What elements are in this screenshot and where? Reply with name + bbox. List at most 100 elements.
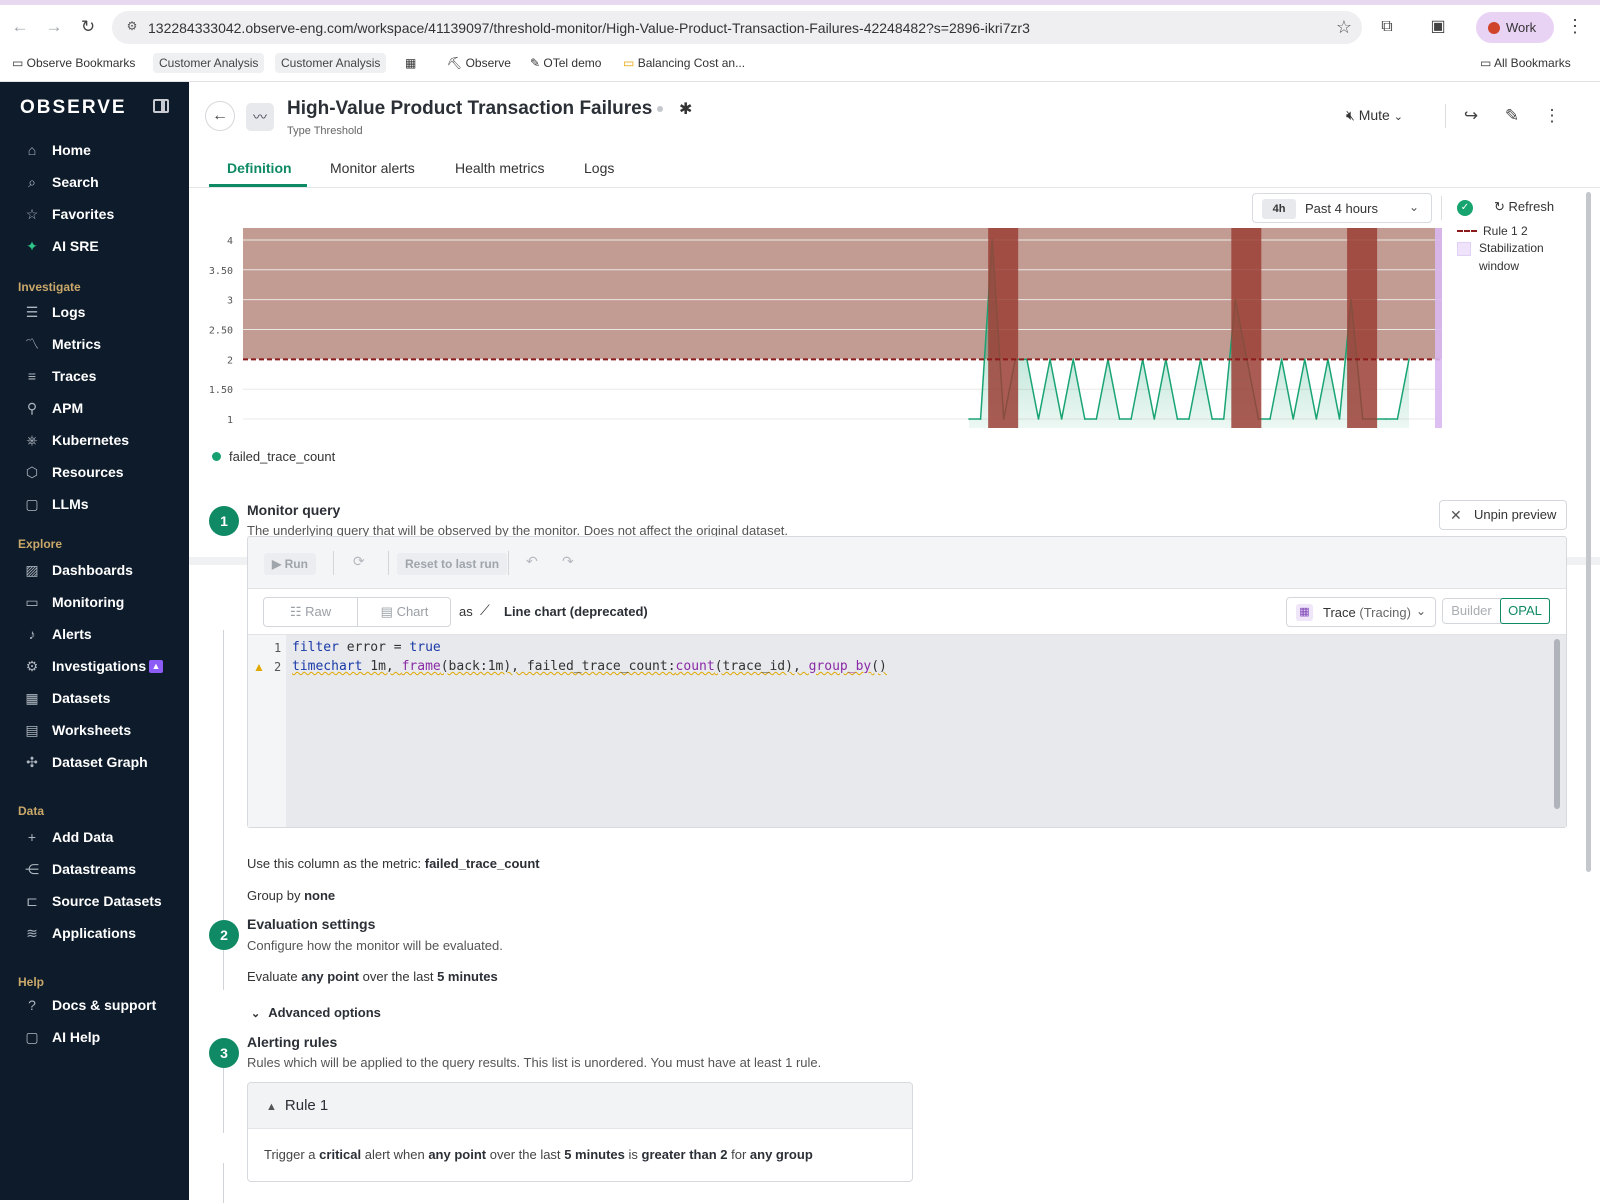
dashed-line-swatch bbox=[1457, 230, 1477, 232]
step-connector bbox=[223, 1163, 224, 1203]
bookmark-folder[interactable]: ▭ Observe Bookmarks bbox=[12, 53, 135, 73]
mute-button[interactable]: 🔇︎ Mute ⌄ bbox=[1346, 107, 1403, 124]
sidebar-item-kubernetes[interactable]: ⎈ Kubernetes bbox=[0, 426, 189, 454]
undo-icon[interactable]: ↶ bbox=[526, 553, 538, 570]
sidebar-item-resources[interactable]: ⬡ Resources bbox=[0, 458, 189, 486]
code-scrollbar[interactable] bbox=[1554, 639, 1560, 809]
sidebar-item-alerts[interactable]: ♪ Alerts bbox=[0, 620, 189, 648]
sidebar-toggle-icon[interactable] bbox=[153, 99, 169, 113]
sidebar-item-docs[interactable]: ? Docs & support bbox=[0, 991, 189, 1019]
back-button[interactable]: ← bbox=[205, 101, 235, 131]
unpin-preview-button[interactable]: ✕ Unpin preview bbox=[1439, 500, 1567, 530]
dataset-selector[interactable]: ▦ Trace (Tracing) ⌄ bbox=[1286, 597, 1436, 627]
sidebar-item-datasets[interactable]: ▦ Datasets bbox=[0, 684, 189, 712]
rule-group[interactable]: any group bbox=[750, 1147, 813, 1162]
tab-monitor-alerts[interactable]: Monitor alerts bbox=[330, 160, 415, 176]
tab-health-metrics[interactable]: Health metrics bbox=[455, 160, 544, 176]
profile-button[interactable]: Work bbox=[1476, 12, 1554, 43]
bookmark-item[interactable]: Customer Analysis bbox=[275, 53, 387, 73]
query-editor: ▶ Run ⟳ Reset to last run ↶ ↷ ☷ Raw ▤ Ch… bbox=[247, 536, 1567, 828]
group-value[interactable]: none bbox=[304, 888, 335, 903]
bookmark-star-icon[interactable]: ☆ bbox=[1336, 17, 1352, 38]
step-number: 3 bbox=[209, 1038, 239, 1068]
chart-button[interactable]: ▤ Chart bbox=[358, 598, 451, 626]
sidebar-item-investigations[interactable]: ⚙ Investigations ▲ bbox=[0, 652, 189, 680]
sidebar-item-source-datasets[interactable]: ⊏ Source Datasets bbox=[0, 887, 189, 915]
tab-search-icon[interactable]: ▣ bbox=[1427, 16, 1449, 38]
opal-button[interactable]: OPAL bbox=[1500, 598, 1550, 624]
reload-icon[interactable]: ↻ bbox=[77, 16, 99, 38]
raw-button[interactable]: ☷ Raw bbox=[264, 598, 358, 626]
sidebar-item-metrics[interactable]: 〽 Metrics bbox=[0, 330, 189, 358]
sidebar-item-logs[interactable]: ☰ Logs bbox=[0, 298, 189, 326]
eval-window[interactable]: 5 minutes bbox=[437, 969, 498, 984]
sidebar-item-applications[interactable]: ≋ Applications bbox=[0, 919, 189, 947]
bookmark-item[interactable]: ⛏ Observe bbox=[447, 53, 511, 73]
refresh-button[interactable]: ↻ Refresh bbox=[1494, 199, 1554, 215]
more-menu-icon[interactable]: ⋮ bbox=[1542, 106, 1562, 126]
sidebar-item-dataset-graph[interactable]: ✣ Dataset Graph bbox=[0, 748, 189, 776]
sidebar-item-favorites[interactable]: ☆ Favorites bbox=[0, 200, 189, 228]
rule-window[interactable]: 5 minutes bbox=[564, 1147, 625, 1162]
bookmark-item[interactable]: ✎ OTel demo bbox=[530, 53, 601, 73]
reset-button[interactable]: Reset to last run bbox=[397, 553, 508, 575]
sidebar-item-ai-sre[interactable]: ✦ AI SRE bbox=[0, 232, 189, 260]
sidebar-item-apm[interactable]: ⚲ APM bbox=[0, 394, 189, 422]
back-arrow-icon[interactable]: ← bbox=[9, 16, 31, 38]
sidebar-item-add-data[interactable]: + Add Data bbox=[0, 823, 189, 851]
site-info-icon[interactable]: ⚙ bbox=[124, 19, 140, 35]
sidebar-item-dashboards[interactable]: ▨ Dashboards bbox=[0, 556, 189, 584]
rule-point[interactable]: any point bbox=[428, 1147, 486, 1162]
sidebar-item-ai-help[interactable]: ▢ AI Help bbox=[0, 1023, 189, 1051]
code-area[interactable]: 1 2 ▲ filter error = true timechart 1m, … bbox=[248, 635, 1566, 827]
run-button[interactable]: ▶ Run bbox=[264, 553, 316, 575]
rule-severity[interactable]: critical bbox=[319, 1147, 361, 1162]
series-legend[interactable]: failed_trace_count bbox=[212, 449, 335, 464]
browser-menu-icon[interactable]: ⋮ bbox=[1566, 16, 1584, 37]
bookmark-label: Observe bbox=[465, 56, 511, 70]
bug-icon[interactable]: ✱ bbox=[679, 99, 692, 119]
data-point bbox=[1292, 418, 1295, 420]
warning-icon[interactable]: ▲ bbox=[253, 660, 265, 674]
sidebar-item-traces[interactable]: ≡ Traces bbox=[0, 362, 189, 390]
address-bar[interactable]: ⚙ 132284333042.observe-eng.com/workspace… bbox=[112, 11, 1362, 44]
extensions-icon[interactable]: ⧉ bbox=[1376, 16, 1398, 38]
tab-bar: Definition Monitor alerts Health metrics… bbox=[189, 150, 1600, 188]
advanced-label: Advanced options bbox=[268, 1005, 381, 1020]
tab-definition[interactable]: Definition bbox=[227, 160, 292, 176]
apps-grid-icon[interactable]: ▦ bbox=[405, 53, 416, 73]
sidebar-item-datastreams[interactable]: ⋲ Datastreams bbox=[0, 855, 189, 883]
rule-header[interactable]: ▲ Rule 1 bbox=[248, 1083, 912, 1129]
sidebar-item-label: APM bbox=[52, 400, 84, 416]
data-point bbox=[1396, 418, 1399, 420]
page-scrollbar[interactable] bbox=[1586, 192, 1591, 872]
edit-pencil-icon[interactable]: ✎ bbox=[1502, 106, 1522, 126]
builder-button[interactable]: Builder bbox=[1443, 599, 1500, 623]
sidebar-item-monitoring[interactable]: ▭ Monitoring bbox=[0, 588, 189, 616]
group-by-text: Group by none bbox=[247, 888, 335, 903]
monitor-icon: ▭ bbox=[25, 594, 39, 610]
metric-value[interactable]: failed_trace_count bbox=[425, 856, 540, 871]
llm-icon: ▢ bbox=[25, 496, 39, 512]
bookmark-item[interactable]: Customer Analysis bbox=[153, 53, 265, 73]
eval-point[interactable]: any point bbox=[301, 969, 359, 984]
chart-type-selector[interactable]: Line chart (deprecated) bbox=[504, 604, 648, 619]
bookmark-item[interactable]: ▭ Balancing Cost an... bbox=[623, 53, 745, 73]
share-icon[interactable]: ↪ bbox=[1461, 106, 1481, 126]
redo-icon[interactable]: ↷ bbox=[562, 553, 574, 570]
sidebar-item-label: Logs bbox=[52, 304, 86, 320]
all-bookmarks[interactable]: ▭ All Bookmarks bbox=[1480, 53, 1571, 73]
url-text[interactable]: 132284333042.observe-eng.com/workspace/4… bbox=[148, 20, 1030, 36]
advanced-options-toggle[interactable]: ⌄ Advanced options bbox=[251, 1005, 381, 1020]
sidebar-item-worksheets[interactable]: ▤ Worksheets bbox=[0, 716, 189, 744]
auto-refresh-icon[interactable]: ⟳ bbox=[353, 553, 365, 570]
sidebar-item-search[interactable]: ⌕ Search bbox=[0, 168, 189, 196]
observe-logo[interactable]: OBSERVE bbox=[20, 97, 127, 119]
sidebar-item-home[interactable]: ⌂ Home bbox=[0, 136, 189, 164]
group-prefix: Group by bbox=[247, 888, 301, 903]
bookmark-label: All Bookmarks bbox=[1494, 56, 1571, 70]
rule-condition[interactable]: greater than 2 bbox=[642, 1147, 728, 1162]
tab-logs[interactable]: Logs bbox=[584, 160, 614, 176]
forward-arrow-icon[interactable]: → bbox=[43, 16, 65, 38]
sidebar-item-llms[interactable]: ▢ LLMs bbox=[0, 490, 189, 518]
